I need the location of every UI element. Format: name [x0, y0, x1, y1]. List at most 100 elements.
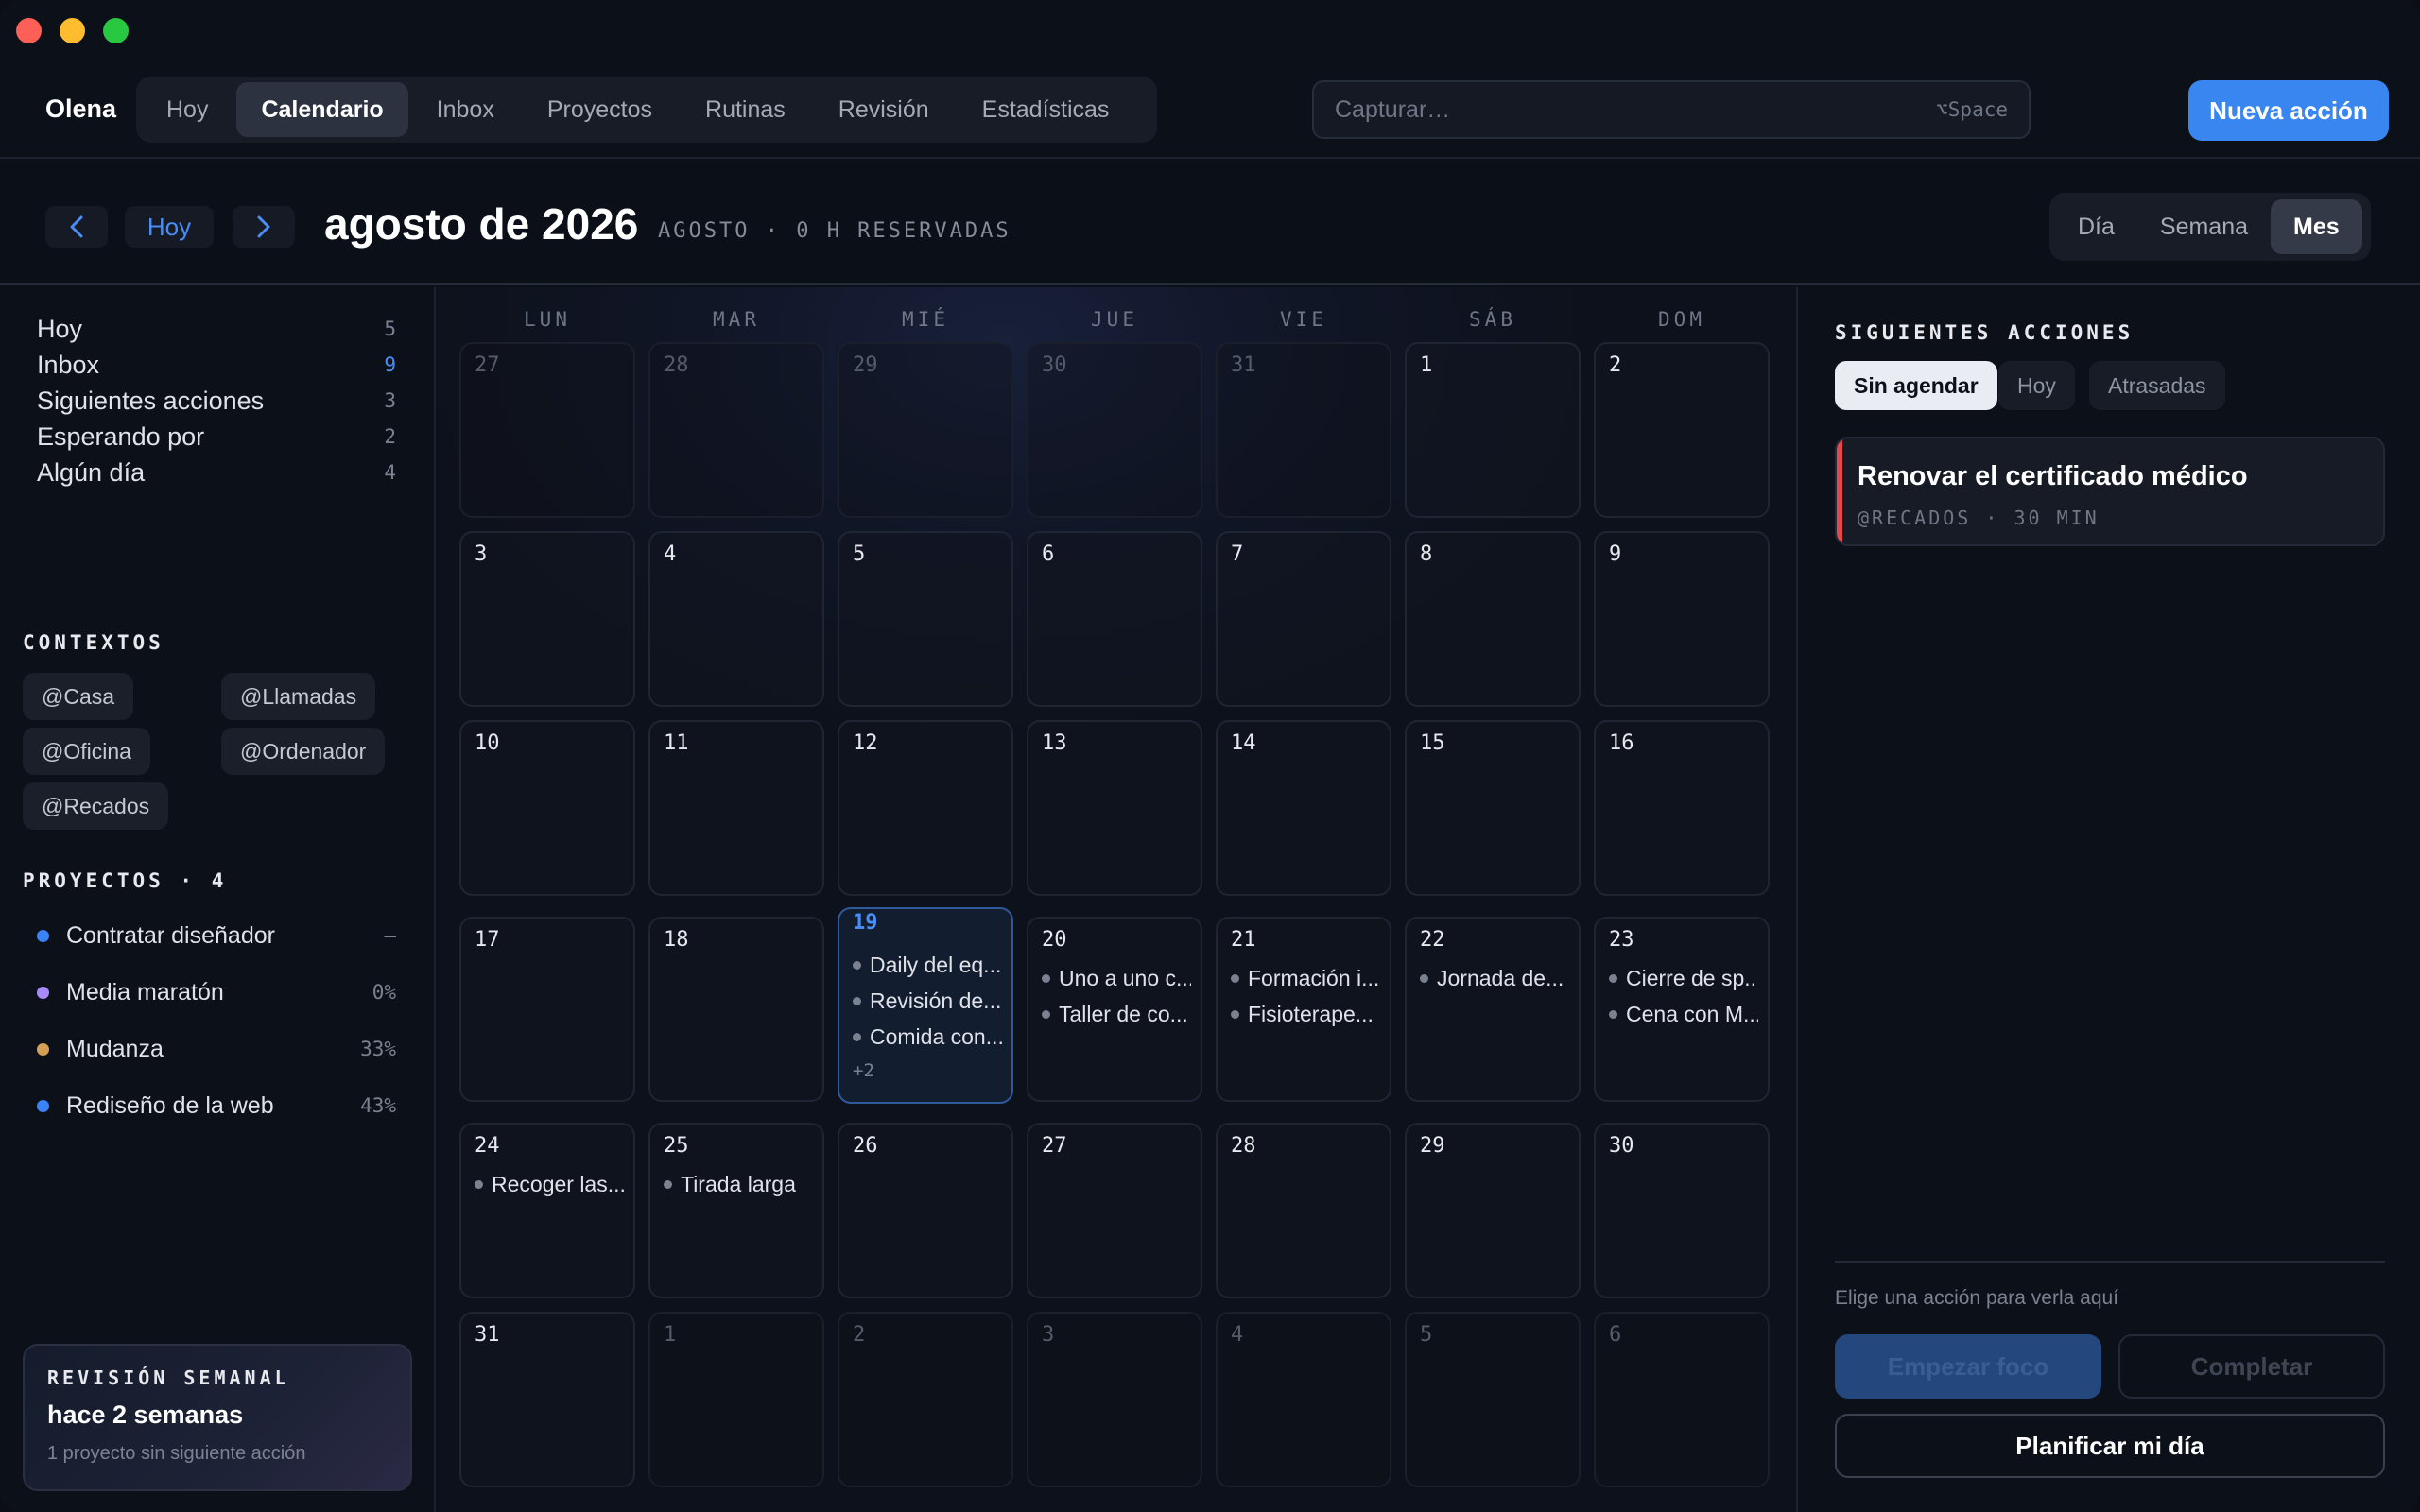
- nav-tab-inbox[interactable]: Inbox: [412, 82, 519, 137]
- day-cell[interactable]: 9: [1594, 531, 1770, 707]
- nav-tab-rutinas[interactable]: Rutinas: [681, 82, 810, 137]
- day-cell[interactable]: 10: [459, 720, 635, 896]
- project-item[interactable]: Rediseño de la web 43%: [37, 1087, 396, 1125]
- calendar-event[interactable]: Cierre de sp...: [1609, 962, 1758, 994]
- day-cell[interactable]: 28: [648, 342, 824, 518]
- nav-tab-revision[interactable]: Revisión: [814, 82, 954, 137]
- day-cell[interactable]: 27: [459, 342, 635, 518]
- day-cell[interactable]: 5: [1405, 1312, 1581, 1487]
- nav-tab-hoy[interactable]: Hoy: [142, 82, 233, 137]
- calendar-event[interactable]: Fisioterape...: [1231, 998, 1380, 1030]
- day-cell[interactable]: 31: [1216, 342, 1392, 518]
- calendar-event[interactable]: Jornada de...: [1420, 962, 1569, 994]
- event-dot: [853, 1032, 861, 1041]
- day-cell[interactable]: 30: [1027, 342, 1202, 518]
- day-cell[interactable]: 20 Uno a uno c... Taller de co...: [1027, 917, 1202, 1102]
- zoom-window-button[interactable]: [103, 18, 129, 43]
- day-cell[interactable]: 29: [838, 342, 1013, 518]
- view-tab-semana[interactable]: Semana: [2137, 199, 2271, 254]
- weekly-review-card[interactable]: REVISIÓN SEMANAL hace 2 semanas 1 proyecto…: [23, 1344, 412, 1491]
- context-chip[interactable]: @Casa: [23, 673, 134, 720]
- day-cell[interactable]: 26: [838, 1123, 1013, 1298]
- day-cell[interactable]: 12: [838, 720, 1013, 896]
- event-dot: [1042, 1009, 1050, 1019]
- today-button[interactable]: Hoy: [125, 206, 214, 248]
- day-cell[interactable]: 15: [1405, 720, 1581, 896]
- calendar-event[interactable]: Recoger las...: [475, 1168, 624, 1200]
- day-cell[interactable]: 23 Cierre de sp... Cena con M...: [1594, 917, 1770, 1102]
- tab-hoy[interactable]: Hoy: [1998, 361, 2075, 410]
- new-action-button[interactable]: Nueva acción: [2188, 80, 2389, 141]
- calendar-event[interactable]: Comida con...: [853, 1021, 1002, 1053]
- day-cell[interactable]: 16: [1594, 720, 1770, 896]
- day-number: 6: [1042, 542, 1055, 566]
- context-chip[interactable]: @Ordenador: [221, 728, 386, 775]
- view-tab-dia[interactable]: Día: [2055, 199, 2137, 254]
- day-cell[interactable]: 4: [648, 531, 824, 707]
- project-item[interactable]: Mudanza 33%: [37, 1030, 396, 1068]
- day-number: 27: [1042, 1134, 1067, 1158]
- day-cell[interactable]: 7: [1216, 531, 1392, 707]
- day-cell[interactable]: 3: [1027, 1312, 1202, 1487]
- day-cell-today[interactable]: 19 Daily del eq... Revisión de... Comida co…: [838, 907, 1013, 1104]
- calendar-event[interactable]: Daily del eq...: [853, 949, 1002, 981]
- tab-sin-agendar[interactable]: Sin agendar: [1835, 361, 1997, 410]
- day-cell[interactable]: 24 Recoger las...: [459, 1123, 635, 1298]
- calendar-event[interactable]: Revisión de...: [853, 985, 1002, 1017]
- sidebar-list-item[interactable]: Algún día 4: [37, 452, 396, 493]
- project-item[interactable]: Contratar diseñador –: [37, 917, 396, 954]
- day-cell[interactable]: 29: [1405, 1123, 1581, 1298]
- view-tab-mes[interactable]: Mes: [2271, 199, 2362, 254]
- context-chip[interactable]: @Oficina: [23, 728, 150, 775]
- close-window-button[interactable]: [16, 18, 42, 43]
- day-number: 10: [475, 731, 500, 755]
- day-cell[interactable]: 4: [1216, 1312, 1392, 1487]
- day-cell[interactable]: 31: [459, 1312, 635, 1487]
- calendar-event[interactable]: Uno a uno c...: [1042, 962, 1191, 994]
- calendar-event[interactable]: Formación i...: [1231, 962, 1380, 994]
- day-cell[interactable]: 13: [1027, 720, 1202, 896]
- task-card[interactable]: Renovar el certificado médico @RECADOS ·…: [1835, 437, 2385, 546]
- nav-tab-proyectos[interactable]: Proyectos: [523, 82, 677, 137]
- day-number: 11: [664, 731, 689, 755]
- calendar-event[interactable]: Tirada larga: [664, 1168, 813, 1200]
- minimize-window-button[interactable]: [60, 18, 85, 43]
- day-cell[interactable]: 30: [1594, 1123, 1770, 1298]
- day-cell[interactable]: 14: [1216, 720, 1392, 896]
- event-dot: [853, 996, 861, 1005]
- day-cell[interactable]: 6: [1027, 531, 1202, 707]
- day-cell[interactable]: 25 Tirada larga: [648, 1123, 824, 1298]
- next-month-button[interactable]: [233, 206, 295, 248]
- context-chip[interactable]: @Recados: [23, 782, 169, 830]
- start-focus-button[interactable]: Empezar foco: [1835, 1334, 2101, 1399]
- day-cell[interactable]: 11: [648, 720, 824, 896]
- day-cell[interactable]: 21 Formación i... Fisioterape...: [1216, 917, 1392, 1102]
- context-chip[interactable]: @Llamadas: [221, 673, 376, 720]
- previous-month-button[interactable]: [45, 206, 108, 248]
- day-cell[interactable]: 22 Jornada de...: [1405, 917, 1581, 1102]
- day-cell[interactable]: 17: [459, 917, 635, 1102]
- nav-tab-calendario[interactable]: Calendario: [236, 82, 408, 137]
- day-cell[interactable]: 27: [1027, 1123, 1202, 1298]
- day-cell[interactable]: 8: [1405, 531, 1581, 707]
- day-number: 23: [1609, 928, 1634, 952]
- project-item[interactable]: Media maratón 0%: [37, 973, 396, 1011]
- day-cell[interactable]: 2: [838, 1312, 1013, 1487]
- day-cell[interactable]: 3: [459, 531, 635, 707]
- more-events-link[interactable]: +2: [853, 1060, 874, 1081]
- plan-day-button[interactable]: Planificar mi día: [1835, 1414, 2385, 1478]
- day-cell[interactable]: 28: [1216, 1123, 1392, 1298]
- calendar-event[interactable]: Cena con M...: [1609, 998, 1758, 1030]
- nav-tab-estadisticas[interactable]: Estadísticas: [958, 82, 1134, 137]
- day-cell[interactable]: 1: [648, 1312, 824, 1487]
- day-cell[interactable]: 2: [1594, 342, 1770, 518]
- selection-hint: Elige una acción para verla aquí: [1835, 1287, 2119, 1309]
- capture-input[interactable]: Capturar… ⌥Space: [1312, 80, 2031, 139]
- day-cell[interactable]: 18: [648, 917, 824, 1102]
- complete-button[interactable]: Completar: [2118, 1334, 2385, 1399]
- day-cell[interactable]: 1: [1405, 342, 1581, 518]
- calendar-event[interactable]: Taller de co...: [1042, 998, 1191, 1030]
- day-cell[interactable]: 5: [838, 531, 1013, 707]
- tab-atrasadas[interactable]: Atrasadas: [2089, 361, 2225, 410]
- day-cell[interactable]: 6: [1594, 1312, 1770, 1487]
